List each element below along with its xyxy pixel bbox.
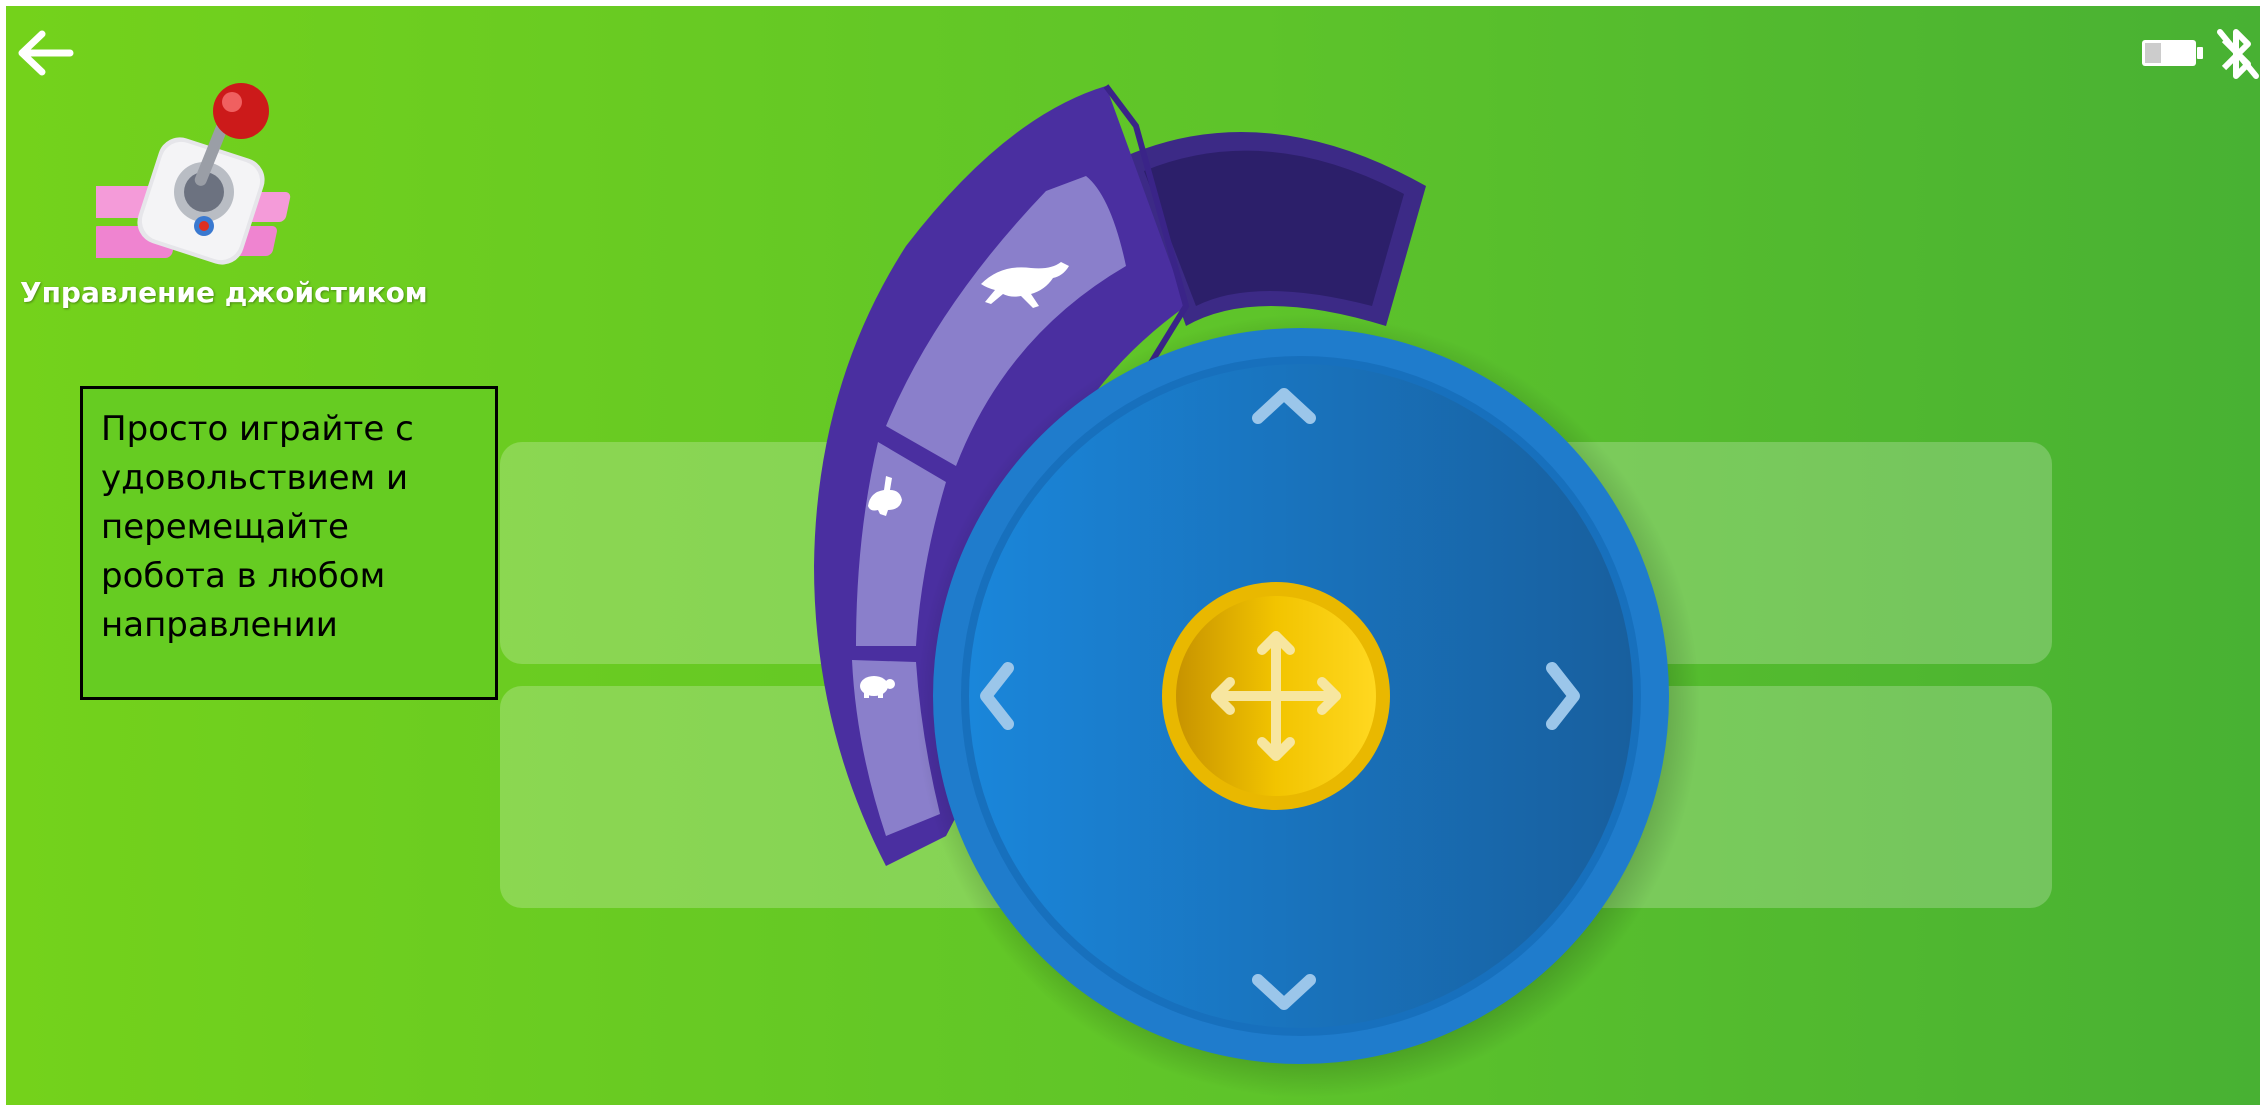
joystick-control	[814, 84, 1700, 1098]
app-screen: Управление джойстиком Просто играйте с у…	[6, 6, 2260, 1105]
